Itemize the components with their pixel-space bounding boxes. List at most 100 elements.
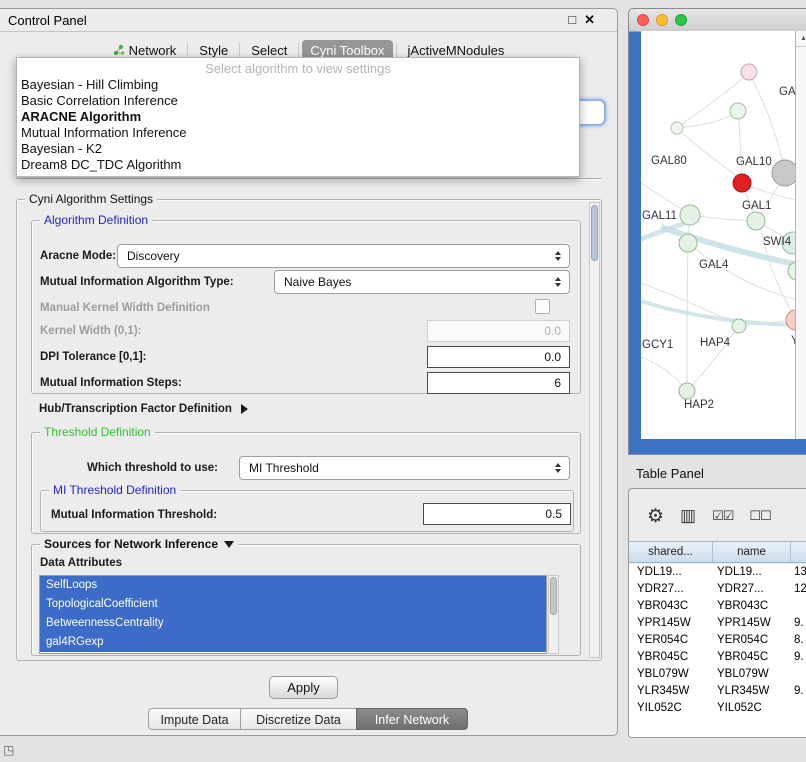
network-canvas[interactable]: GALGAL80GAL10GAL11GAL1SWI4GAL4GCY1HAP4YH… bbox=[641, 31, 795, 439]
table-cell: YER054C bbox=[713, 632, 791, 649]
apply-button[interactable]: Apply bbox=[269, 676, 338, 699]
network-scrollbar[interactable]: ▲ bbox=[795, 31, 806, 439]
algorithm-dropdown-list: Bayesian - Hill ClimbingBasic Correlatio… bbox=[17, 77, 579, 173]
which-threshold-combobox[interactable]: MI Threshold bbox=[239, 456, 570, 480]
table-row[interactable]: YDL19...YDL19...13 bbox=[629, 564, 806, 581]
table-row[interactable]: YBR043CYBR043C bbox=[629, 598, 806, 615]
node-label: GAL1 bbox=[742, 200, 771, 212]
close-icon[interactable]: ✕ bbox=[584, 12, 595, 28]
algorithm-option[interactable]: Bayesian - Hill Climbing bbox=[17, 77, 579, 93]
aracne-mode-combobox[interactable]: Discovery bbox=[117, 244, 570, 268]
table-cell bbox=[791, 598, 806, 615]
algorithm-option[interactable]: Dream8 DC_TDC Algorithm bbox=[17, 157, 579, 173]
mi-type-combobox[interactable]: Naive Bayes bbox=[274, 270, 570, 294]
network-node[interactable] bbox=[680, 205, 700, 225]
table-row[interactable]: YBL079WYBL079W bbox=[629, 666, 806, 683]
network-node[interactable] bbox=[772, 160, 795, 186]
network-node[interactable] bbox=[732, 319, 746, 333]
attribute-item[interactable]: TopologicalCoefficient bbox=[40, 595, 546, 614]
node-label: GAL80 bbox=[651, 155, 687, 167]
network-node[interactable] bbox=[730, 103, 746, 119]
deselect-all-icon[interactable]: ☐☐ bbox=[749, 508, 770, 524]
table-cell: YIL052C bbox=[629, 700, 713, 717]
dropdown-placeholder: Select algorithm to view settings bbox=[17, 60, 579, 77]
table-cell bbox=[791, 666, 806, 683]
hub-section-toggle[interactable]: Hub/Transcription Factor Definition bbox=[39, 403, 248, 415]
dpi-tolerance-field[interactable]: 0.0 bbox=[427, 346, 570, 368]
node-label: GAL10 bbox=[736, 156, 772, 168]
tab-discretize-data[interactable]: Discretize Data bbox=[240, 708, 357, 730]
algorithm-option[interactable]: ARACNE Algorithm bbox=[17, 109, 579, 125]
column-header-name[interactable]: name bbox=[713, 542, 791, 562]
table-cell: YDL19... bbox=[629, 564, 713, 581]
threshold-definition-group: Threshold Definition Which threshold to … bbox=[31, 432, 581, 534]
table-row[interactable]: YIL052CYIL052C bbox=[629, 700, 806, 717]
table-row[interactable]: YER054CYER054C8. bbox=[629, 632, 806, 649]
tab-separator bbox=[239, 43, 240, 57]
network-edge bbox=[677, 111, 738, 128]
sources-toggle[interactable]: Sources for Network Inference bbox=[40, 537, 238, 551]
tab-impute-data[interactable]: Impute Data bbox=[148, 708, 241, 730]
aracne-mode-label: Aracne Mode: bbox=[40, 250, 116, 262]
table-cell: 9. bbox=[791, 649, 806, 666]
minimize-traffic-light-icon[interactable] bbox=[656, 14, 668, 26]
manual-kernel-label: Manual Kernel Width Definition bbox=[40, 302, 210, 314]
zoom-traffic-light-icon[interactable] bbox=[675, 14, 687, 26]
node-label: GAL4 bbox=[699, 259, 729, 271]
column-header-extra[interactable] bbox=[791, 542, 806, 562]
tab-infer-network[interactable]: Infer Network bbox=[356, 708, 468, 730]
tab-label: Select bbox=[251, 43, 287, 58]
scroll-up-icon[interactable]: ▲ bbox=[796, 31, 806, 47]
data-attributes-label: Data Attributes bbox=[40, 557, 122, 569]
mi-threshold-group: MI Threshold Definition Mutual Informati… bbox=[40, 490, 574, 532]
network-frame: GALGAL80GAL10GAL11GAL1SWI4GAL4GCY1HAP4YH… bbox=[629, 31, 806, 454]
tab-separator bbox=[396, 43, 397, 57]
mi-threshold-field[interactable]: 0.5 bbox=[423, 503, 571, 525]
network-node[interactable] bbox=[747, 212, 765, 230]
algorithm-option[interactable]: Basic Correlation Inference bbox=[17, 93, 579, 109]
collapse-arrow-icon bbox=[224, 541, 234, 548]
list-scrollbar[interactable] bbox=[548, 575, 559, 654]
kernel-width-label: Kernel Width (0,1): bbox=[40, 325, 141, 337]
algorithm-definition-group: Algorithm Definition Aracne Mode: Discov… bbox=[31, 220, 581, 394]
control-panel-titlebar: Control Panel □ ✕ bbox=[0, 9, 617, 32]
scrollbar-thumb[interactable] bbox=[550, 577, 557, 615]
network-window-titlebar[interactable] bbox=[629, 9, 806, 32]
settings-scrollbar[interactable] bbox=[589, 202, 600, 658]
mi-type-label: Mutual Information Algorithm Type: bbox=[40, 276, 234, 288]
attribute-item[interactable]: BetweennessCentrality bbox=[40, 614, 546, 633]
attribute-item[interactable]: gal4RGexp bbox=[40, 633, 546, 652]
tab-separator bbox=[187, 43, 188, 57]
table-row[interactable]: YDR27...YDR27...12 bbox=[629, 581, 806, 598]
column-selector-icon[interactable]: ▥ bbox=[680, 506, 696, 526]
algorithm-option[interactable]: Mutual Information Inference bbox=[17, 125, 579, 141]
table-cell: 12 bbox=[791, 581, 806, 598]
network-node[interactable] bbox=[733, 174, 751, 192]
data-attributes-list[interactable]: SelfLoopsTopologicalCoefficientBetweenne… bbox=[39, 575, 547, 654]
mi-steps-field[interactable]: 6 bbox=[427, 372, 570, 394]
gear-icon[interactable]: ⚙ bbox=[647, 505, 664, 528]
node-label: HAP2 bbox=[684, 399, 714, 411]
table-cell bbox=[791, 700, 806, 717]
select-all-icon[interactable]: ☑☑ bbox=[712, 508, 733, 524]
algorithm-option[interactable]: Bayesian - K2 bbox=[17, 141, 579, 157]
table-row[interactable]: YBR045CYBR045C9. bbox=[629, 649, 806, 666]
scrollbar-thumb[interactable] bbox=[591, 205, 598, 261]
network-node[interactable] bbox=[786, 310, 795, 330]
network-node[interactable] bbox=[679, 234, 697, 252]
table-panel-title: Table Panel bbox=[636, 466, 704, 481]
table-row[interactable]: YPR145WYPR145W9. bbox=[629, 615, 806, 632]
network-node[interactable] bbox=[671, 122, 683, 134]
attribute-item[interactable]: SelfLoops bbox=[40, 576, 546, 595]
minimize-icon[interactable]: □ bbox=[568, 12, 576, 28]
table-row[interactable]: YLR345WYLR345W9. bbox=[629, 683, 806, 700]
algorithm-dropdown: Select algorithm to view settings Bayesi… bbox=[16, 57, 580, 177]
panel-grip-icon[interactable]: ◳ bbox=[3, 743, 14, 757]
manual-kernel-checkbox[interactable] bbox=[535, 299, 550, 314]
table-cell: YPR145W bbox=[713, 615, 791, 632]
network-node[interactable] bbox=[741, 64, 757, 80]
table-panel-window: ⚙ ▥ ☑☑ ☐☐ shared... name YDL19...YDL19..… bbox=[628, 488, 806, 738]
column-header-shared[interactable]: shared... bbox=[629, 542, 713, 562]
close-traffic-light-icon[interactable] bbox=[637, 14, 649, 26]
network-node[interactable] bbox=[679, 383, 695, 399]
